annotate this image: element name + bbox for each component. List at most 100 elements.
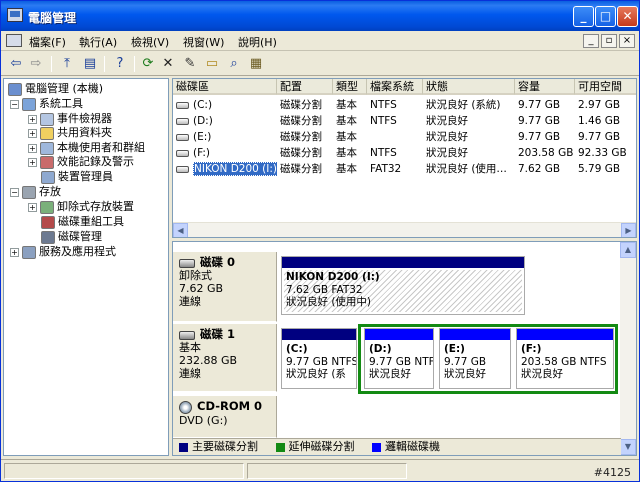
tree-item-disk-management[interactable]: 磁碟管理 [41, 229, 102, 244]
menu-action[interactable]: 執行(A) [79, 34, 117, 50]
properties-icon[interactable]: ✎ [181, 55, 199, 73]
cdrom-0-label[interactable]: CD-ROM 0 DVD (G:) [173, 396, 277, 438]
partition-size-fs: 9.77 GB NTF [369, 355, 434, 368]
refresh-icon[interactable]: ⟳ [139, 55, 157, 73]
volume-cell-name: (E:) [173, 129, 277, 145]
tree-item-computer-management[interactable]: 電腦管理 (本機) [8, 81, 103, 96]
column-header-volume[interactable]: 磁碟區 [173, 79, 277, 95]
tree-item-services-applications[interactable]: + 服務及應用程式 [10, 244, 116, 259]
volume-cell-fs: NTFS [370, 115, 397, 127]
volume-cell-fs: NTFS [370, 99, 397, 111]
toolbar: ⇦ ⇨ ⤒ ▤ ? ⟳ ✕ ✎ ▭ ⌕ ▦ [1, 52, 639, 76]
volume-cell-type: 基本 [336, 115, 357, 127]
menu-window[interactable]: 視窗(W) [183, 34, 224, 50]
disk-1-label[interactable]: 磁碟 1 基本 232.88 GB 連線 [173, 324, 277, 392]
volume-row[interactable]: NIKON D200 (I:) 磁碟分割 基本 FAT32 狀況良好 (使用… 7.62 … [173, 161, 636, 177]
volume-cell-free: 92.33 GB [578, 147, 627, 159]
partition-status: 狀況良好 [521, 368, 563, 380]
event-viewer-icon [40, 112, 54, 126]
volume-row[interactable]: (D:) 磁碟分割 基本 NTFS 狀況良好 9.77 GB 1.46 GB [173, 113, 636, 129]
partition-f[interactable]: (F:) 203.58 GB NTFS 狀況良好 [516, 328, 614, 389]
disk-kind: DVD (G:) [179, 413, 228, 427]
status-section [247, 463, 407, 479]
export-list-icon[interactable]: ▦ [247, 55, 265, 73]
help-icon[interactable]: ? [111, 55, 129, 73]
mdi-close-button[interactable]: × [619, 34, 635, 48]
menu-view[interactable]: 檢視(V) [131, 34, 169, 50]
volume-list[interactable]: 磁碟區 配置 類型 檔案系統 狀態 容量 可用空間 (C:) 磁碟分割 基本 NTFS… [172, 78, 637, 238]
partition-status: 狀況良好 (使用中) [286, 296, 372, 308]
partition-c[interactable]: (C:) 9.77 GB NTFS 狀況良好 (系 [281, 328, 357, 389]
disk-kind: 卸除式 [179, 269, 212, 282]
volume-cell-name: (F:) [173, 145, 277, 161]
legend-swatch [372, 442, 381, 452]
vertical-scrollbar[interactable]: ▲ ▼ [620, 242, 636, 455]
forward-icon[interactable]: ⇨ [27, 55, 45, 73]
console-icon[interactable] [6, 34, 22, 47]
volume-cell-free: 9.77 GB [578, 131, 621, 143]
tree-item-system-tools[interactable]: − 系統工具 [10, 96, 83, 111]
expand-icon[interactable]: + [28, 157, 37, 167]
column-header-type[interactable]: 類型 [333, 79, 367, 95]
close-button[interactable]: ✕ [617, 6, 638, 27]
volume-cell-name: NIKON D200 (I:) [173, 161, 277, 177]
volume-row[interactable]: (F:) 磁碟分割 基本 NTFS 狀況良好 203.58 GB 92.33 GB [173, 145, 636, 161]
tree-item-storage[interactable]: − 存放 [10, 184, 61, 199]
legend-swatch [275, 442, 285, 452]
tree-item-event-viewer[interactable]: + 事件檢視器 [28, 111, 112, 126]
mdi-restore-button[interactable]: ▫ [601, 34, 617, 48]
collapse-icon[interactable]: − [10, 187, 19, 197]
open-folder-icon[interactable]: ▭ [203, 55, 221, 73]
expand-icon[interactable]: + [28, 202, 37, 212]
expand-icon[interactable]: + [10, 247, 19, 257]
collapse-icon[interactable]: − [10, 99, 19, 109]
back-icon[interactable]: ⇦ [7, 55, 25, 73]
column-header-layout[interactable]: 配置 [277, 79, 333, 95]
partition-e[interactable]: (E:) 9.77 GB 狀況良好 [439, 328, 511, 389]
scroll-left-icon[interactable]: ◀ [173, 223, 188, 237]
column-header-filesystem[interactable]: 檔案系統 [367, 79, 423, 95]
volume-row[interactable]: (C:) 磁碟分割 基本 NTFS 狀況良好 (系統) 9.77 GB 2.97 GB [173, 97, 636, 113]
expand-icon[interactable]: + [28, 114, 37, 124]
disk-graphical-view[interactable]: 磁碟 0 卸除式 7.62 GB 連線 NIKON D200 (I:) 7.62… [172, 241, 637, 456]
partition-d[interactable]: (D:) 9.77 GB NTF 狀況良好 [364, 328, 434, 389]
scroll-down-icon[interactable]: ▼ [620, 439, 636, 455]
minimize-button[interactable]: _ [573, 6, 594, 27]
expand-icon[interactable]: + [28, 143, 37, 153]
up-folder-icon[interactable]: ⤒ [58, 55, 76, 73]
scroll-up-icon[interactable]: ▲ [620, 242, 636, 258]
delete-icon[interactable]: ✕ [159, 55, 177, 73]
maximize-button[interactable]: □ [595, 6, 616, 27]
volume-cell-capacity: 9.77 GB [518, 115, 561, 127]
volume-name: (E:) [193, 131, 212, 143]
volume-cell-free: 1.46 GB [578, 115, 621, 127]
horizontal-scrollbar[interactable]: ◀ ▶ [173, 222, 636, 237]
menu-file[interactable]: 檔案(F) [29, 34, 66, 50]
menu-help[interactable]: 說明(H) [238, 34, 277, 50]
console-tree[interactable]: 電腦管理 (本機) − 系統工具 + 事件檢視器 + 共用資料夾 + 本機使用者和群組 … [3, 78, 169, 456]
expand-icon[interactable]: + [28, 128, 37, 138]
disk-0-label[interactable]: 磁碟 0 卸除式 7.62 GB 連線 [173, 252, 277, 322]
tree-item-disk-defragmenter[interactable]: 磁碟重組工具 [41, 214, 124, 229]
tree-item-removable-storage[interactable]: + 卸除式存放裝置 [28, 199, 134, 214]
column-header-capacity[interactable]: 容量 [515, 79, 575, 95]
tree-item-shared-folders[interactable]: + 共用資料夾 [28, 125, 112, 140]
performance-icon [40, 155, 54, 169]
disk-name: 磁碟 1 [200, 327, 236, 341]
title-bar[interactable]: 電腦管理 _ □ ✕ [1, 1, 639, 31]
column-header-status[interactable]: 狀態 [423, 79, 515, 95]
search-icon[interactable]: ⌕ [225, 55, 243, 73]
scroll-right-icon[interactable]: ▶ [621, 223, 636, 237]
volume-cell-layout: 磁碟分割 [280, 115, 322, 127]
mdi-minimize-button[interactable]: _ [583, 34, 599, 48]
tree-item-performance-logs[interactable]: + 效能記錄及警示 [28, 154, 134, 169]
tree-item-local-users-groups[interactable]: + 本機使用者和群組 [28, 140, 145, 155]
tools-icon [22, 97, 36, 111]
tree-item-device-manager[interactable]: 裝置管理員 [41, 169, 113, 184]
volume-row[interactable]: (E:) 磁碟分割 基本 狀況良好 9.77 GB 9.77 GB [173, 129, 636, 145]
disk-state: 連線 [179, 295, 201, 308]
status-section [4, 463, 244, 479]
partition-nikon-d200[interactable]: NIKON D200 (I:) 7.62 GB FAT32 狀況良好 (使用中) [281, 256, 525, 315]
column-header-free-space[interactable]: 可用空間 [575, 79, 636, 95]
show-hide-tree-icon[interactable]: ▤ [81, 55, 99, 73]
